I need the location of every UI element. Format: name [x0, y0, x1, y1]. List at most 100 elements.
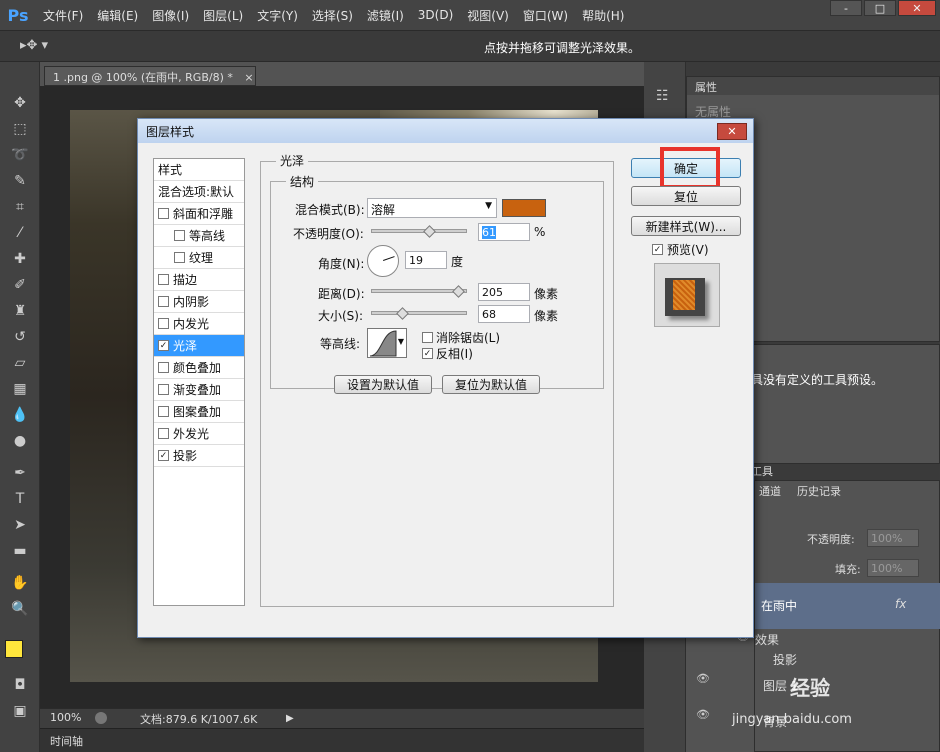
menu-help[interactable]: 帮助(H)	[575, 7, 631, 24]
properties-panel-icon[interactable]: ☷	[656, 88, 674, 106]
tab-history[interactable]: 历史记录	[797, 483, 841, 499]
dodge-tool-icon[interactable]: ●	[8, 430, 32, 452]
style-item[interactable]: 样式	[154, 159, 244, 181]
reset-default-button[interactable]: 复位为默认值	[442, 375, 540, 394]
reset-button[interactable]: 复位	[631, 186, 741, 206]
style-item[interactable]: ✓ 光泽	[154, 335, 244, 357]
style-item[interactable]: ✓ 投影	[154, 445, 244, 467]
style-item[interactable]: 渐变叠加	[154, 379, 244, 401]
close-tab-icon[interactable]: ×	[244, 71, 253, 84]
style-item[interactable]: 斜面和浮雕	[154, 203, 244, 225]
style-checkbox[interactable]	[158, 274, 169, 285]
opacity-input[interactable]: 61	[478, 223, 530, 241]
invert-checkbox[interactable]: ✓ 反相(I)	[422, 345, 473, 362]
contour-picker[interactable]: ▼	[367, 328, 407, 358]
zoom-level[interactable]: 100%	[50, 711, 81, 724]
menu-edit[interactable]: 编辑(E)	[90, 7, 145, 24]
menu-layer[interactable]: 图层(L)	[196, 7, 250, 24]
style-checkbox[interactable]	[174, 230, 185, 241]
style-checkbox[interactable]	[158, 384, 169, 395]
style-checkbox[interactable]	[158, 296, 169, 307]
style-item[interactable]: 图案叠加	[154, 401, 244, 423]
style-item[interactable]: 内发光	[154, 313, 244, 335]
menu-type[interactable]: 文字(Y)	[250, 7, 305, 24]
style-item[interactable]: 描边	[154, 269, 244, 291]
layer-row-selected[interactable]: 在雨中 fx	[755, 583, 940, 629]
fill-field[interactable]: 100%	[867, 559, 919, 577]
history-brush-icon[interactable]: ↺	[8, 326, 32, 348]
preview-checkbox[interactable]: ✓ 预览(V)	[652, 241, 709, 258]
style-item[interactable]: 等高线	[154, 225, 244, 247]
gradient-tool-icon[interactable]: ▦	[8, 378, 32, 400]
document-tab[interactable]: 1 .png @ 100% (在雨中, RGB/8) * ×	[44, 66, 256, 86]
blend-color-swatch[interactable]	[502, 199, 546, 217]
style-checkbox[interactable]	[158, 406, 169, 417]
tab-channels[interactable]: 通道	[759, 483, 781, 499]
style-checkbox[interactable]: ✓	[158, 340, 169, 351]
opacity-slider[interactable]	[371, 229, 467, 233]
fx-icon[interactable]: fx	[895, 597, 906, 611]
size-input[interactable]: 68	[478, 305, 530, 323]
blur-tool-icon[interactable]: 💧	[8, 404, 32, 426]
timeline-tab[interactable]: 时间轴	[40, 728, 644, 752]
lasso-tool-icon[interactable]: ➰	[8, 144, 32, 166]
move-tool-icon[interactable]: ✥	[8, 92, 32, 114]
pen-tool-icon[interactable]: ✒	[8, 462, 32, 484]
type-tool-icon[interactable]: T	[8, 488, 32, 510]
new-style-button[interactable]: 新建样式(W)...	[631, 216, 741, 236]
shape-tool-icon[interactable]: ▬	[8, 540, 32, 562]
foreground-color[interactable]	[5, 640, 23, 658]
menu-window[interactable]: 窗口(W)	[516, 7, 575, 24]
make-default-button[interactable]: 设置为默认值	[334, 375, 432, 394]
antialias-checkbox[interactable]: 消除锯齿(L)	[422, 329, 500, 346]
style-item-label: 渐变叠加	[173, 383, 222, 397]
eraser-tool-icon[interactable]: ▱	[8, 352, 32, 374]
brush-tool-icon[interactable]: ✐	[8, 274, 32, 296]
quick-select-tool-icon[interactable]: ✎	[8, 170, 32, 192]
close-window-button[interactable]: ✕	[898, 0, 936, 16]
minimize-button[interactable]: -	[830, 0, 862, 16]
style-checkbox[interactable]	[158, 208, 169, 219]
crop-tool-icon[interactable]: ⌗	[8, 196, 32, 218]
eye-icon[interactable]: 👁	[696, 708, 710, 721]
style-item[interactable]: 外发光	[154, 423, 244, 445]
size-slider[interactable]	[371, 311, 467, 315]
maximize-button[interactable]: □	[864, 0, 896, 16]
style-item[interactable]: 纹理	[154, 247, 244, 269]
angle-input[interactable]: 19	[405, 251, 447, 269]
marquee-tool-icon[interactable]: ⬚	[8, 118, 32, 140]
healing-brush-icon[interactable]: ✚	[8, 248, 32, 270]
style-checkbox[interactable]	[158, 428, 169, 439]
eye-icon[interactable]: 👁	[696, 672, 710, 685]
menu-select[interactable]: 选择(S)	[305, 7, 360, 24]
style-checkbox[interactable]	[174, 252, 185, 263]
stamp-tool-icon[interactable]: ♜	[8, 300, 32, 322]
zoom-tool-icon[interactable]: 🔍	[8, 598, 32, 620]
status-menu-arrow-icon[interactable]: ▶	[286, 713, 294, 724]
opacity-field[interactable]: 100%	[867, 529, 919, 547]
status-info-icon[interactable]	[95, 712, 107, 724]
menu-image[interactable]: 图像(I)	[145, 7, 196, 24]
menu-view[interactable]: 视图(V)	[460, 7, 516, 24]
blend-mode-select[interactable]: 溶解 ▼	[367, 198, 497, 218]
move-tool-icon[interactable]: ▸✥ ▾	[20, 38, 48, 53]
style-checkbox[interactable]	[158, 318, 169, 329]
tab-properties[interactable]: 属性	[687, 77, 939, 95]
menu-file[interactable]: 文件(F)	[36, 7, 90, 24]
path-select-icon[interactable]: ➤	[8, 514, 32, 536]
menu-filter[interactable]: 滤镜(I)	[360, 7, 411, 24]
style-checkbox[interactable]	[158, 362, 169, 373]
style-item[interactable]: 颜色叠加	[154, 357, 244, 379]
angle-dial[interactable]	[367, 245, 399, 277]
quick-mask-icon[interactable]: ◘	[8, 674, 32, 696]
hand-tool-icon[interactable]: ✋	[8, 572, 32, 594]
eyedropper-tool-icon[interactable]: ⁄	[8, 222, 32, 244]
angle-label: 角度(N):	[318, 257, 365, 271]
menu-3d[interactable]: 3D(D)	[411, 8, 460, 22]
style-item[interactable]: 内阴影	[154, 291, 244, 313]
close-dialog-button[interactable]: ✕	[717, 123, 747, 140]
style-item[interactable]: 混合选项:默认	[154, 181, 244, 203]
distance-input[interactable]: 205	[478, 283, 530, 301]
screen-mode-icon[interactable]: ▣	[8, 700, 32, 722]
style-checkbox[interactable]: ✓	[158, 450, 169, 461]
